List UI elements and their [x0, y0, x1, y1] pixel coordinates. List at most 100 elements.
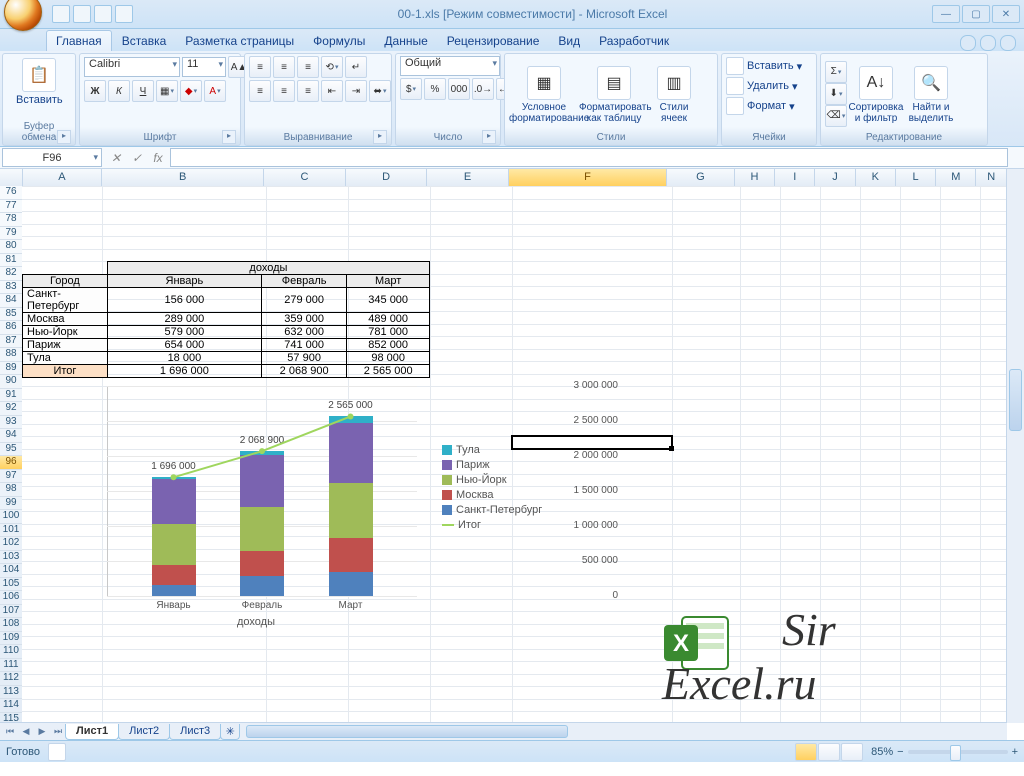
row-header[interactable]: 86: [0, 321, 22, 335]
worksheet-cells[interactable]: доходыГородЯнварьФевральМартСанкт-Петерб…: [22, 186, 1007, 723]
column-header[interactable]: H: [735, 169, 775, 186]
maximize-button[interactable]: ▢: [962, 5, 990, 23]
minimize-button[interactable]: —: [932, 5, 960, 23]
enter-formula-icon[interactable]: ✓: [127, 149, 147, 166]
sheet-tab[interactable]: Лист2: [118, 724, 170, 740]
sheet-tab[interactable]: Лист1: [65, 724, 119, 740]
redo-icon[interactable]: [94, 5, 112, 23]
undo-icon[interactable]: [73, 5, 91, 23]
column-header[interactable]: N: [976, 169, 1006, 186]
tab-Вставка[interactable]: Вставка: [113, 31, 176, 51]
column-header[interactable]: B: [102, 169, 264, 186]
row-header[interactable]: 111: [0, 659, 22, 673]
increase-indent-button[interactable]: ⇥: [345, 80, 367, 102]
row-header[interactable]: 97: [0, 470, 22, 484]
doc-close-icon[interactable]: [1000, 35, 1016, 51]
macro-record-icon[interactable]: [48, 743, 66, 761]
comma-format-button[interactable]: 000: [448, 78, 470, 100]
column-header[interactable]: F: [509, 169, 667, 186]
row-header[interactable]: 93: [0, 416, 22, 430]
row-header[interactable]: 100: [0, 510, 22, 524]
row-header[interactable]: 99: [0, 497, 22, 511]
tab-nav-prev[interactable]: ◀: [18, 724, 34, 739]
insert-cells-button[interactable]: Вставить▾: [726, 56, 802, 76]
tab-nav-last[interactable]: ⏭: [50, 724, 66, 739]
column-header[interactable]: A: [23, 169, 103, 186]
cancel-formula-icon[interactable]: ✕: [106, 149, 126, 166]
row-header[interactable]: 90: [0, 375, 22, 389]
row-header[interactable]: 91: [0, 389, 22, 403]
row-header[interactable]: 81: [0, 254, 22, 268]
column-header[interactable]: G: [667, 169, 735, 186]
formula-bar[interactable]: [170, 148, 1008, 167]
row-header[interactable]: 85: [0, 308, 22, 322]
row-header[interactable]: 101: [0, 524, 22, 538]
row-header[interactable]: 87: [0, 335, 22, 349]
number-format-select[interactable]: Общий: [400, 56, 500, 76]
tab-Вид[interactable]: Вид: [549, 31, 589, 51]
column-header[interactable]: I: [775, 169, 815, 186]
border-button[interactable]: ▦: [156, 80, 178, 102]
font-dialog-launcher[interactable]: ▸: [222, 130, 236, 144]
tab-Разработчик[interactable]: Разработчик: [590, 31, 678, 51]
row-header[interactable]: 89: [0, 362, 22, 376]
align-middle-button[interactable]: ≡: [273, 56, 295, 78]
row-header[interactable]: 113: [0, 686, 22, 700]
row-header[interactable]: 95: [0, 443, 22, 457]
column-header[interactable]: C: [264, 169, 346, 186]
row-header[interactable]: 80: [0, 240, 22, 254]
align-left-button[interactable]: ≡: [249, 80, 271, 102]
column-header[interactable]: L: [896, 169, 936, 186]
income-chart[interactable]: 0500 0001 000 0001 500 0002 000 0002 500…: [22, 186, 622, 686]
align-top-button[interactable]: ≡: [249, 56, 271, 78]
accounting-format-button[interactable]: $: [400, 78, 422, 100]
row-header[interactable]: 110: [0, 645, 22, 659]
sort-filter-button[interactable]: A↓ Сортировка и фильтр: [847, 64, 905, 124]
column-header[interactable]: E: [427, 169, 509, 186]
tab-Формулы[interactable]: Формулы: [304, 31, 374, 51]
tab-Главная[interactable]: Главная: [46, 30, 112, 51]
merge-button[interactable]: ⬌: [369, 80, 391, 102]
row-header[interactable]: 92: [0, 402, 22, 416]
save-icon[interactable]: [52, 5, 70, 23]
row-header[interactable]: 84: [0, 294, 22, 308]
conditional-formatting-button[interactable]: ▦ Условное форматирование: [509, 64, 579, 124]
ribbon-minimize-icon[interactable]: [980, 35, 996, 51]
page-break-view-button[interactable]: [841, 743, 863, 761]
select-all-corner[interactable]: [0, 169, 23, 186]
zoom-in-button[interactable]: +: [1012, 746, 1018, 758]
delete-cells-button[interactable]: Удалить▾: [726, 76, 798, 96]
fill-color-button[interactable]: ◆: [180, 80, 202, 102]
percent-format-button[interactable]: %: [424, 78, 446, 100]
column-header[interactable]: D: [346, 169, 428, 186]
row-header[interactable]: 78: [0, 213, 22, 227]
row-header[interactable]: 104: [0, 564, 22, 578]
row-header[interactable]: 106: [0, 591, 22, 605]
italic-button[interactable]: К: [108, 80, 130, 102]
help-icon[interactable]: [960, 35, 976, 51]
row-header[interactable]: 114: [0, 699, 22, 713]
clear-button[interactable]: ⌫: [825, 105, 847, 127]
office-button[interactable]: [4, 0, 42, 31]
find-select-button[interactable]: 🔍 Найти и выделить: [905, 64, 957, 124]
row-header[interactable]: 98: [0, 483, 22, 497]
tab-nav-first[interactable]: ⏮: [2, 724, 18, 739]
horizontal-scrollbar[interactable]: ⏮ ◀ ▶ ⏭ Лист1Лист2Лист3✳: [0, 722, 1007, 740]
tab-Рецензирование[interactable]: Рецензирование: [438, 31, 549, 51]
close-button[interactable]: ✕: [992, 5, 1020, 23]
row-header[interactable]: 76: [0, 186, 22, 200]
increase-decimal-button[interactable]: .0→: [472, 78, 494, 100]
zoom-level[interactable]: 85%: [871, 746, 893, 758]
underline-button[interactable]: Ч: [132, 80, 154, 102]
tab-nav-next[interactable]: ▶: [34, 724, 50, 739]
row-header[interactable]: 77: [0, 200, 22, 214]
qat-customize-icon[interactable]: [115, 5, 133, 23]
normal-view-button[interactable]: [795, 743, 817, 761]
align-right-button[interactable]: ≡: [297, 80, 319, 102]
format-cells-button[interactable]: Формат▾: [726, 96, 795, 116]
bold-button[interactable]: Ж: [84, 80, 106, 102]
row-header[interactable]: 102: [0, 537, 22, 551]
row-header[interactable]: 107: [0, 605, 22, 619]
fx-icon[interactable]: fx: [148, 149, 168, 166]
fill-button[interactable]: ⬇: [825, 83, 847, 105]
